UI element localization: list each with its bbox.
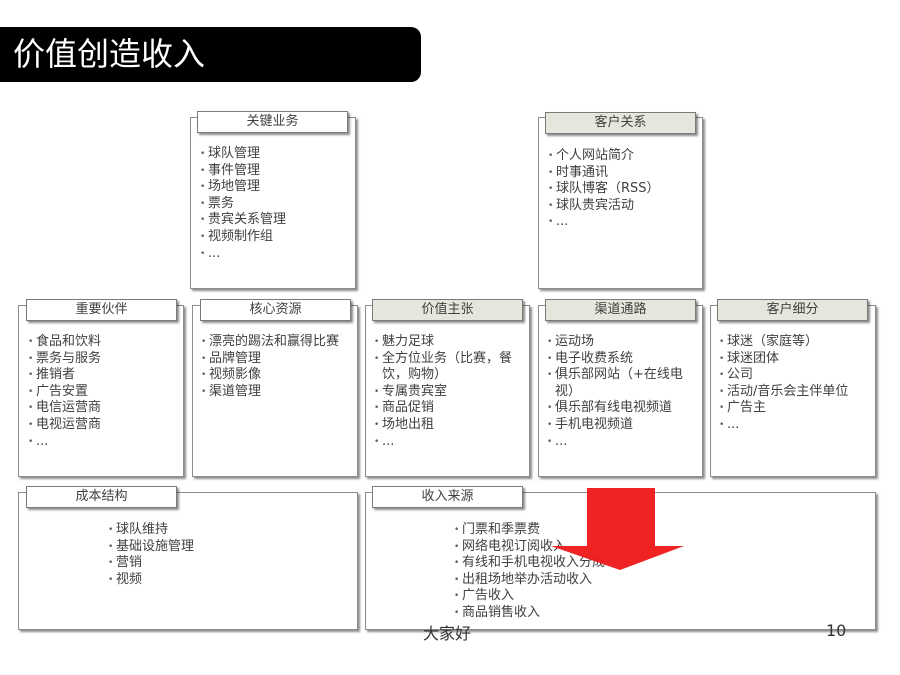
key-activities-label: 关键业务: [197, 111, 348, 133]
list-item: 活动/音乐会主伴单位: [719, 384, 874, 401]
list-item: 票务: [200, 196, 352, 213]
list-item: 门票和季票费: [454, 522, 714, 539]
list-item: ...: [200, 246, 352, 263]
cost-structure-list: 球队维持 基础设施管理 营销 视频: [108, 522, 308, 588]
list-item: 渠道管理: [201, 384, 356, 401]
customer-relationships-label: 客户关系: [545, 112, 696, 134]
list-item: 票务与服务: [28, 351, 180, 368]
list-item: ...: [547, 434, 697, 451]
list-item: 贵宾关系管理: [200, 212, 352, 229]
title-bar: 价值创造收入: [0, 27, 421, 82]
list-item: 网络电视订阅收入: [454, 539, 714, 556]
list-item: 广告收入: [454, 588, 714, 605]
list-item: 全方位业务（比赛，餐饮，购物）: [374, 351, 524, 384]
list-item: 球队博客（RSS）: [548, 181, 700, 198]
cost-structure-label: 成本结构: [26, 486, 177, 508]
list-item: 出租场地举办活动收入: [454, 572, 714, 589]
list-item: 广告安置: [28, 384, 180, 401]
list-item: 球队维持: [108, 522, 308, 539]
page-title: 价值创造收入: [13, 35, 206, 73]
list-item: ...: [548, 214, 700, 231]
list-item: 广告主: [719, 400, 874, 417]
list-item: ...: [28, 434, 180, 451]
list-item: 场地管理: [200, 179, 352, 196]
footer-text: 大家好: [423, 624, 472, 643]
list-item: 魅力足球: [374, 334, 524, 351]
list-item: 球队贵宾活动: [548, 198, 700, 215]
list-item: 事件管理: [200, 163, 352, 180]
list-item: 个人网站简介: [548, 148, 700, 165]
channels-label: 渠道通路: [545, 299, 696, 321]
list-item: 俱乐部网站（+在线电视）: [547, 367, 697, 400]
list-item: 品牌管理: [201, 351, 356, 368]
list-item: 漂亮的踢法和赢得比赛: [201, 334, 356, 351]
list-item: 球迷（家庭等）: [719, 334, 874, 351]
list-item: ...: [374, 434, 524, 451]
list-item: 电子收费系统: [547, 351, 697, 368]
page-number: 10: [826, 621, 847, 640]
revenue-streams-list: 门票和季票费 网络电视订阅收入 有线和手机电视收入分成 出租场地举办活动收入 广…: [454, 522, 714, 622]
list-item: 营销: [108, 555, 308, 572]
key-resources-label: 核心资源: [200, 299, 351, 321]
list-item: 商品销售收入: [454, 605, 714, 622]
list-item: 场地出租: [374, 417, 524, 434]
key-resources-list: 漂亮的踢法和赢得比赛 品牌管理 视频影像 渠道管理: [201, 334, 356, 400]
channels-list: 运动场 电子收费系统 俱乐部网站（+在线电视） 俱乐部有线电视频道 手机电视频道…: [547, 334, 697, 450]
list-item: 俱乐部有线电视频道: [547, 400, 697, 417]
list-item: 视频影像: [201, 367, 356, 384]
list-item: 时事通讯: [548, 165, 700, 182]
list-item: 电视运营商: [28, 417, 180, 434]
list-item: 视频: [108, 572, 308, 589]
list-item: 电信运营商: [28, 400, 180, 417]
value-propositions-label: 价值主张: [372, 299, 523, 321]
customer-relationships-list: 个人网站简介 时事通讯 球队博客（RSS） 球队贵宾活动 ...: [548, 148, 700, 231]
list-item: 运动场: [547, 334, 697, 351]
list-item: 球迷团体: [719, 351, 874, 368]
list-item: 球队管理: [200, 146, 352, 163]
list-item: 手机电视频道: [547, 417, 697, 434]
key-partners-list: 食品和饮料 票务与服务 推销者 广告安置 电信运营商 电视运营商 ...: [28, 334, 180, 450]
customer-segments-label: 客户细分: [717, 299, 868, 321]
list-item: 食品和饮料: [28, 334, 180, 351]
revenue-streams-label: 收入来源: [372, 486, 523, 508]
list-item: 推销者: [28, 367, 180, 384]
list-item: 有线和手机电视收入分成: [454, 555, 714, 572]
list-item: ...: [719, 417, 874, 434]
list-item: 公司: [719, 367, 874, 384]
customer-segments-list: 球迷（家庭等） 球迷团体 公司 活动/音乐会主伴单位 广告主 ...: [719, 334, 874, 434]
list-item: 专属贵宾室: [374, 384, 524, 401]
list-item: 视频制作组: [200, 229, 352, 246]
list-item: 基础设施管理: [108, 539, 308, 556]
list-item: 商品促销: [374, 400, 524, 417]
value-propositions-list: 魅力足球 全方位业务（比赛，餐饮，购物） 专属贵宾室 商品促销 场地出租 ...: [374, 334, 524, 450]
key-activities-list: 球队管理 事件管理 场地管理 票务 贵宾关系管理 视频制作组 ...: [200, 146, 352, 262]
key-partners-label: 重要伙伴: [26, 299, 177, 321]
